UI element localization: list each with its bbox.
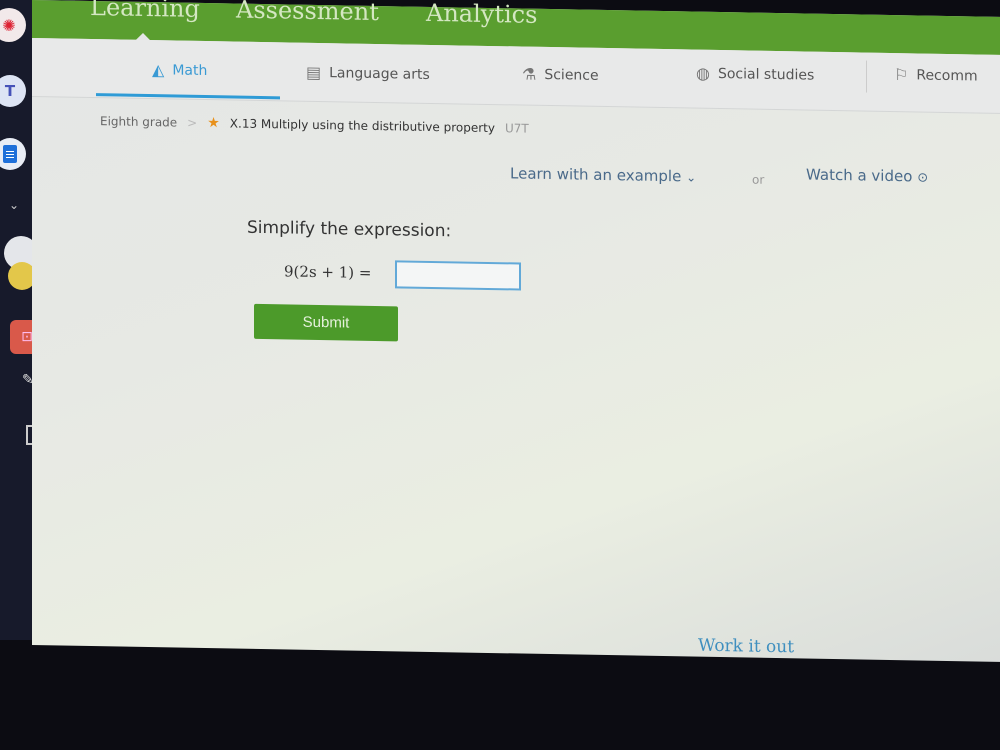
divider [866, 60, 867, 93]
subject-math[interactable]: ◭ Math [152, 60, 207, 80]
subject-science[interactable]: ⚗ Science [522, 65, 599, 85]
chevron-down-icon: ⌄ [686, 170, 697, 185]
flask-icon: ⚗ [522, 64, 537, 84]
tab-assessment[interactable]: Assessment [236, 0, 379, 26]
star-icon: ★ [207, 115, 220, 132]
work-it-out-heading: Work it out [698, 635, 795, 658]
tab-analytics[interactable]: Analytics [426, 0, 537, 29]
app-icon-circle-dots[interactable]: ✺ [0, 8, 26, 42]
browser-page: Learning Assessment Analytics ◭ Math ▤ L… [32, 0, 1000, 663]
globe-icon: ◍ [696, 63, 710, 83]
subject-label: Language arts [329, 64, 430, 83]
answer-input[interactable] [395, 260, 521, 291]
tab-learning[interactable]: Learning [90, 0, 200, 23]
signpost-icon: ⚐ [894, 65, 909, 85]
docs-icon[interactable] [0, 138, 26, 170]
pyramid-icon: ◭ [152, 60, 165, 80]
teams-icon[interactable]: T [0, 75, 26, 107]
learn-example-label: Learn with an example [510, 164, 682, 186]
skill-code: U7T [504, 121, 529, 136]
breadcrumb-separator: > [187, 115, 198, 130]
question-prompt: Simplify the expression: [247, 217, 452, 242]
watch-video-link[interactable]: Watch a video ⊙ [806, 166, 928, 186]
subject-label: Social studies [717, 65, 815, 84]
breadcrumb-grade[interactable]: Eighth grade [100, 114, 177, 129]
expression: 9(2s + 1) = [284, 262, 372, 282]
skill-title: X.13 Multiply using the distributive pro… [229, 116, 495, 136]
chevron-down-icon[interactable]: ⌄ [4, 195, 24, 215]
subject-recommendations[interactable]: ⚐ Recomm [894, 65, 978, 85]
subject-label: Science [544, 66, 599, 84]
subject-label: Math [172, 61, 208, 79]
active-subject-underline [96, 93, 280, 100]
breadcrumb: Eighth grade > ★ X.13 Multiply using the… [100, 113, 529, 136]
submit-button[interactable]: Submit [254, 303, 398, 342]
subject-label: Recomm [916, 66, 978, 85]
learn-example-link[interactable]: Learn with an example ⌄ [510, 164, 696, 185]
watch-video-label: Watch a video [806, 165, 913, 186]
book-icon: ▤ [306, 62, 322, 83]
or-label: or [752, 172, 765, 187]
play-circle-icon: ⊙ [917, 170, 929, 186]
subject-language-arts[interactable]: ▤ Language arts [306, 63, 430, 84]
subject-social-studies[interactable]: ◍ Social studies [696, 64, 814, 85]
